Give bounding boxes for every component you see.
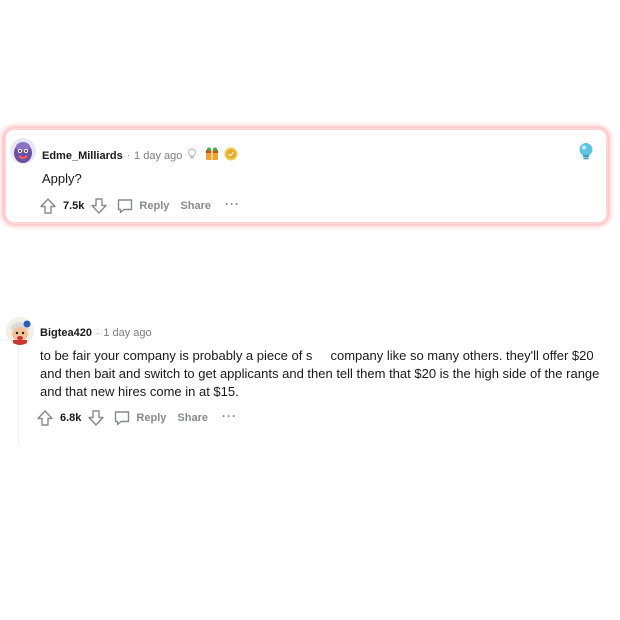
upvote-icon[interactable] — [39, 197, 57, 215]
share-button[interactable]: Share — [180, 200, 211, 212]
vote-score: 7.5k — [63, 200, 85, 212]
share-button[interactable]: Share — [177, 412, 208, 424]
comment-body: Apply? — [42, 171, 82, 186]
reply-icon — [116, 197, 134, 215]
username[interactable]: Edme_Milliards — [42, 150, 123, 162]
reply-button[interactable]: Reply — [113, 409, 166, 427]
comment-body: to be fair your company is probably a pi… — [40, 348, 604, 399]
timestamp[interactable]: 1 day ago — [134, 150, 182, 162]
comment-highlighted: Edme_Milliards · 1 day ago Apply? 7.5k R… — [6, 130, 606, 222]
more-options-button[interactable]: ··· — [222, 410, 237, 425]
vote-score: 6.8k — [60, 412, 82, 424]
page: Edme_Milliards · 1 day ago Apply? 7.5k R… — [0, 0, 620, 620]
comment-actions: 7.5k Reply Share ··· — [39, 197, 240, 215]
avatar[interactable] — [6, 317, 34, 345]
downvote-icon[interactable] — [90, 197, 108, 215]
meta-separator: · — [126, 150, 131, 161]
comment-meta: Edme_Milliards · 1 day ago — [42, 147, 238, 164]
award-icon[interactable] — [205, 147, 219, 164]
upvote-icon[interactable] — [36, 409, 54, 427]
meta-separator: · — [95, 327, 100, 339]
bulb-icon[interactable] — [187, 148, 197, 163]
award-icon[interactable] — [224, 147, 238, 164]
comment-meta: Bigtea420 · 1 day ago — [40, 327, 152, 339]
more-options-button[interactable]: ··· — [225, 198, 240, 213]
downvote-icon[interactable] — [87, 409, 105, 427]
username[interactable]: Bigtea420 — [40, 327, 92, 339]
timestamp[interactable]: 1 day ago — [103, 327, 151, 339]
comment-actions: 6.8k Reply Share ··· — [36, 409, 237, 427]
bulb-icon[interactable] — [578, 142, 594, 162]
reply-label: Reply — [136, 412, 167, 424]
thread-line[interactable] — [18, 345, 19, 445]
reply-icon — [113, 409, 131, 427]
reply-label: Reply — [139, 200, 170, 212]
avatar[interactable] — [10, 138, 36, 164]
reply-button[interactable]: Reply — [116, 197, 169, 215]
